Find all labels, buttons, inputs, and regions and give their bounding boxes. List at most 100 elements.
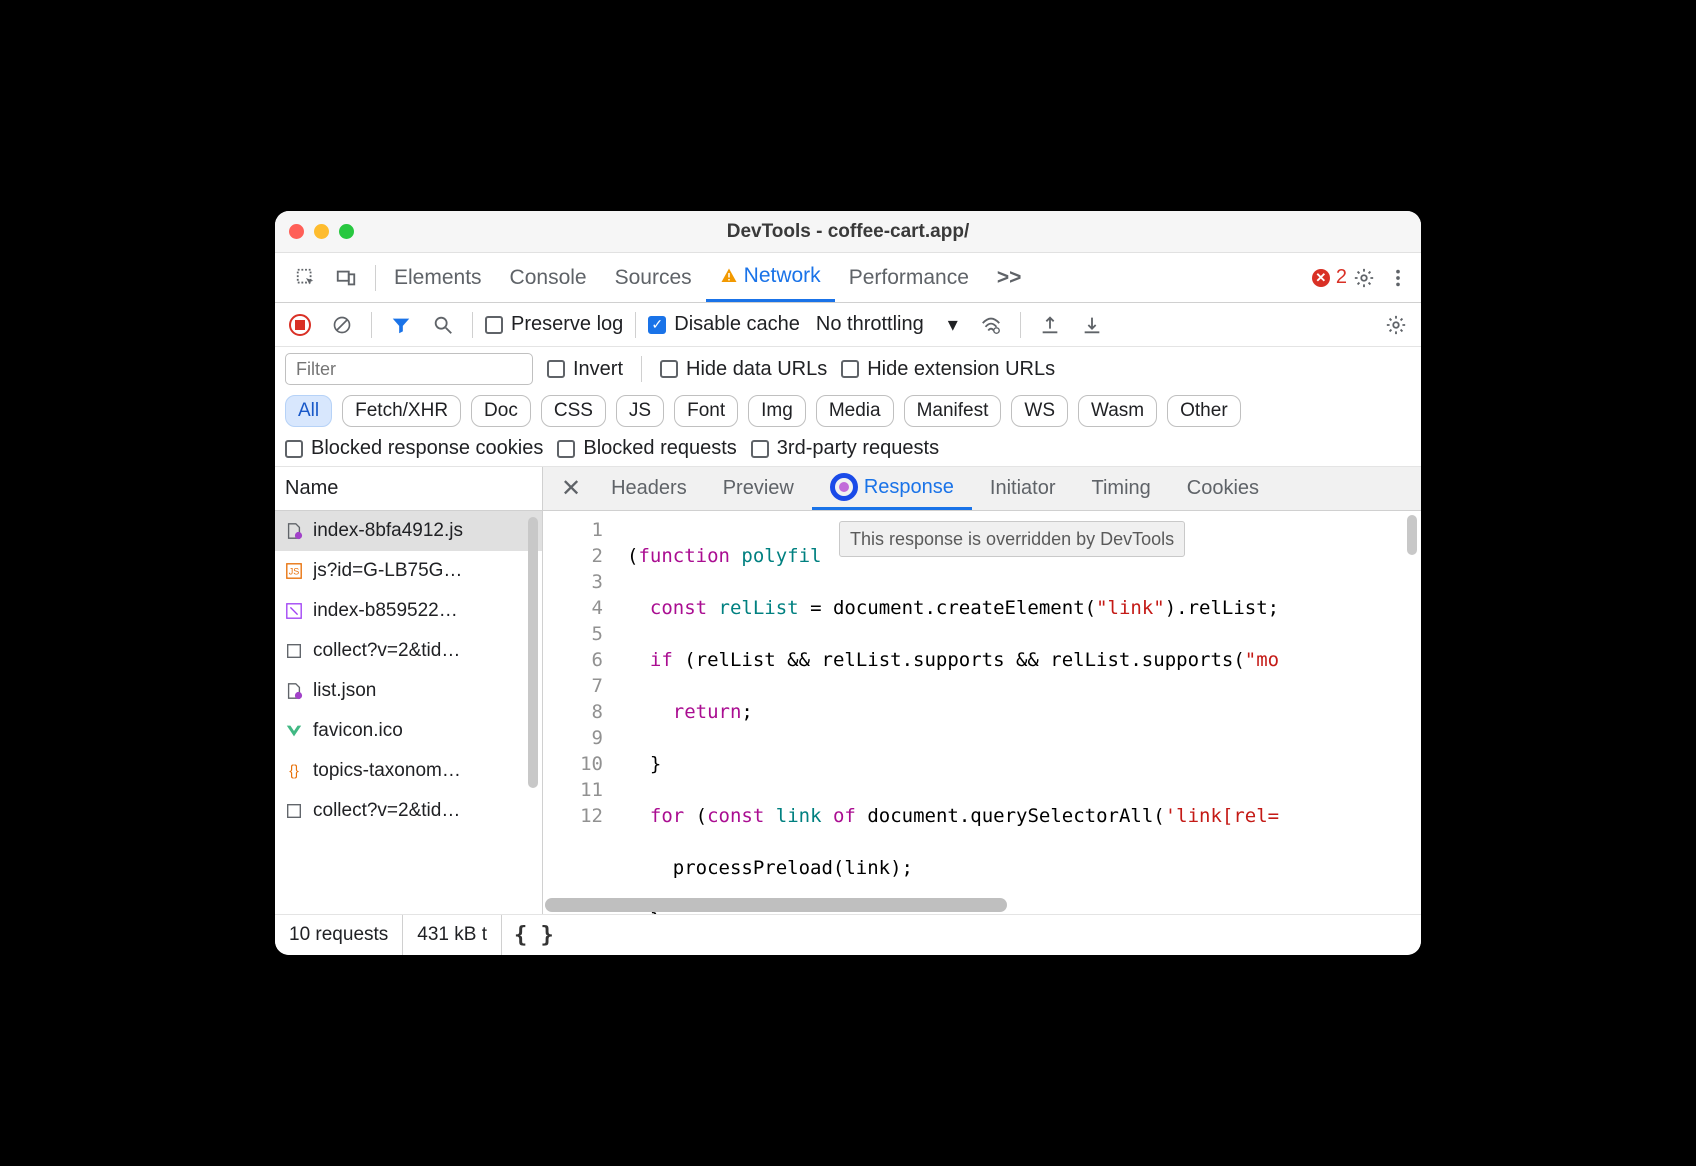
minimize-window-button[interactable] [314,224,329,239]
code-horizontal-scrollbar[interactable] [545,898,1401,912]
tab-performance[interactable]: Performance [835,253,983,302]
zoom-window-button[interactable] [339,224,354,239]
export-har-icon[interactable] [1033,308,1067,342]
resource-type-chips: All Fetch/XHR Doc CSS JS Font Img Media Manifest… [285,395,1411,427]
code-content: (function polyfil const relList = docume… [621,511,1421,914]
svg-text:JS: JS [289,567,300,577]
devtools-window: DevTools - coffee-cart.app/ Elements Con… [275,211,1421,955]
tab-sources[interactable]: Sources [601,253,706,302]
svg-text:{}: {} [289,764,299,780]
tab-elements[interactable]: Elements [380,253,496,302]
request-list-scrollbar[interactable] [528,517,538,904]
network-conditions-icon[interactable] [974,308,1008,342]
chip-other[interactable]: Other [1167,395,1241,427]
device-toggle-icon[interactable] [329,261,363,295]
chip-js[interactable]: JS [616,395,664,427]
pretty-print-button[interactable]: { } [502,923,566,948]
tab-network[interactable]: Network [706,253,835,302]
request-name: favicon.ico [313,720,532,742]
close-window-button[interactable] [289,224,304,239]
import-har-icon[interactable] [1075,308,1109,342]
traffic-lights [289,224,354,239]
detail-tab-timing[interactable]: Timing [1074,467,1169,510]
filter-bar: Invert Hide data URLs Hide extension URL… [275,347,1421,467]
detail-tab-preview[interactable]: Preview [705,467,812,510]
network-toolbar: Preserve log ✓ Disable cache No throttli… [275,303,1421,347]
clear-button[interactable] [325,308,359,342]
settings-gear-icon[interactable] [1347,261,1381,295]
filter-toggle-icon[interactable] [384,308,418,342]
response-body[interactable]: 123456789101112 (function polyfil const … [543,511,1421,914]
request-name: collect?v=2&tid… [313,640,532,662]
tab-console[interactable]: Console [496,253,601,302]
third-party-checkbox[interactable]: 3rd-party requests [751,437,939,460]
request-row[interactable]: index-8bfa4912.js [275,511,542,551]
record-button[interactable] [283,308,317,342]
chip-media[interactable]: Media [816,395,894,427]
request-name: topics-taxonom… [313,760,532,782]
request-row[interactable]: favicon.ico [275,711,542,751]
chip-doc[interactable]: Doc [471,395,531,427]
status-transferred: 431 kB t [403,915,502,955]
chip-fetch-xhr[interactable]: Fetch/XHR [342,395,461,427]
main-toolbar: Elements Console Sources Network Perform… [275,253,1421,303]
inspect-element-icon[interactable] [289,261,323,295]
chip-manifest[interactable]: Manifest [904,395,1002,427]
invert-checkbox[interactable]: Invert [547,358,623,381]
line-number-gutter: 123456789101112 [543,511,621,914]
request-row[interactable]: index-b859522… [275,591,542,631]
override-tooltip: This response is overridden by DevTools [839,521,1185,557]
chip-img[interactable]: Img [748,395,806,427]
request-name: list.json [313,680,532,702]
detail-tabs: ✕ Headers Preview Response Initiator Tim… [543,467,1421,511]
chevron-down-icon: ▾ [948,312,958,337]
chip-ws[interactable]: WS [1011,395,1068,427]
disable-cache-checkbox[interactable]: ✓ Disable cache [648,313,800,336]
error-icon: ✕ [1312,269,1330,287]
chip-font[interactable]: Font [674,395,738,427]
network-content: Name index-8bfa4912.js JS js?id=G-LB75G… in… [275,467,1421,915]
more-menu-icon[interactable] [1381,261,1415,295]
file-type-icon: JS [285,562,303,580]
detail-tab-headers[interactable]: Headers [593,467,705,510]
request-row[interactable]: collect?v=2&tid… [275,791,542,831]
chip-css[interactable]: CSS [541,395,606,427]
code-vertical-scrollbar[interactable] [1407,515,1417,555]
issue-counter[interactable]: ✕ 2 [1312,266,1347,289]
titlebar: DevTools - coffee-cart.app/ [275,211,1421,253]
status-bar: 10 requests 431 kB t { } [275,915,1421,955]
close-detail-button[interactable]: ✕ [549,474,593,503]
request-row[interactable]: collect?v=2&tid… [275,631,542,671]
request-row[interactable]: JS js?id=G-LB75G… [275,551,542,591]
file-type-icon [285,802,303,820]
request-name: js?id=G-LB75G… [313,560,532,582]
file-type-icon [285,642,303,660]
hide-extension-urls-checkbox[interactable]: Hide extension URLs [841,358,1055,381]
chip-all[interactable]: All [285,395,332,427]
file-type-icon [285,522,303,540]
network-settings-gear-icon[interactable] [1379,308,1413,342]
request-row[interactable]: list.json [275,671,542,711]
status-requests: 10 requests [275,915,403,955]
throttling-select[interactable]: No throttling ▾ [808,312,966,337]
detail-pane: ✕ Headers Preview Response Initiator Tim… [543,467,1421,914]
detail-tab-initiator[interactable]: Initiator [972,467,1074,510]
request-row[interactable]: {} topics-taxonom… [275,751,542,791]
warning-icon [720,267,738,285]
file-type-icon [285,602,303,620]
search-icon[interactable] [426,308,460,342]
request-name: collect?v=2&tid… [313,800,532,822]
more-tabs-button[interactable]: >> [983,253,1036,302]
name-column-header[interactable]: Name [275,467,542,511]
filter-input[interactable] [285,353,533,385]
file-type-icon: {} [285,762,303,780]
blocked-cookies-checkbox[interactable]: Blocked response cookies [285,437,543,460]
chip-wasm[interactable]: Wasm [1078,395,1157,427]
window-title: DevTools - coffee-cart.app/ [275,221,1421,243]
detail-tab-cookies[interactable]: Cookies [1169,467,1277,510]
request-name: index-8bfa4912.js [313,520,532,542]
blocked-requests-checkbox[interactable]: Blocked requests [557,437,736,460]
preserve-log-checkbox[interactable]: Preserve log [485,313,623,336]
hide-data-urls-checkbox[interactable]: Hide data URLs [660,358,827,381]
detail-tab-response[interactable]: Response [812,467,972,510]
